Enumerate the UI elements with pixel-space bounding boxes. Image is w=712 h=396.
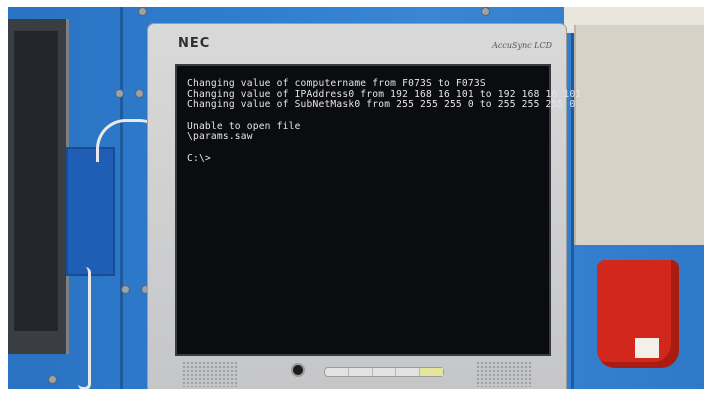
socket-label: [635, 338, 659, 358]
speaker-grille-left: [182, 361, 238, 387]
terminal-line: Changing value of SubNetMask0 from 255 2…: [187, 99, 576, 110]
speaker-grille-right: [476, 361, 532, 387]
terminal-line: Changing value of computername from F073…: [187, 78, 486, 89]
select-button[interactable]: [396, 368, 421, 376]
photo: NEC AccuSync LCD Changing value of compu…: [8, 7, 704, 389]
side-panel-screen: [14, 31, 58, 331]
power-button[interactable]: [420, 368, 443, 376]
up-button[interactable]: [373, 368, 397, 376]
cable: [78, 267, 91, 389]
down-button[interactable]: [349, 368, 373, 376]
mounting-clamp: [66, 147, 115, 276]
bolt: [481, 7, 490, 16]
lcd-monitor: NEC AccuSync LCD Changing value of compu…: [148, 24, 581, 389]
panel-seam: [120, 7, 123, 389]
monitor-brand: NEC: [178, 36, 211, 51]
monitor-model: AccuSync LCD: [492, 41, 552, 50]
monitor-bottom-bezel: [148, 353, 566, 389]
industrial-power-socket: [589, 250, 699, 385]
bolt: [48, 375, 57, 384]
electrical-enclosure: [574, 25, 704, 245]
side-panel-display: [8, 19, 69, 354]
terminal-line: \params.saw: [187, 131, 253, 142]
terminal-output: Changing value of computername from F073…: [187, 78, 581, 164]
bolt: [121, 285, 130, 294]
power-indicator-icon: [291, 363, 305, 377]
socket-body: [597, 260, 679, 368]
bolt: [115, 89, 124, 98]
bolt: [138, 7, 147, 16]
menu-button[interactable]: [325, 368, 349, 376]
monitor-screen: Changing value of computername from F073…: [175, 64, 581, 356]
bolt: [135, 89, 144, 98]
monitor-control-buttons: [324, 367, 444, 377]
command-prompt: C:\>: [187, 152, 211, 164]
